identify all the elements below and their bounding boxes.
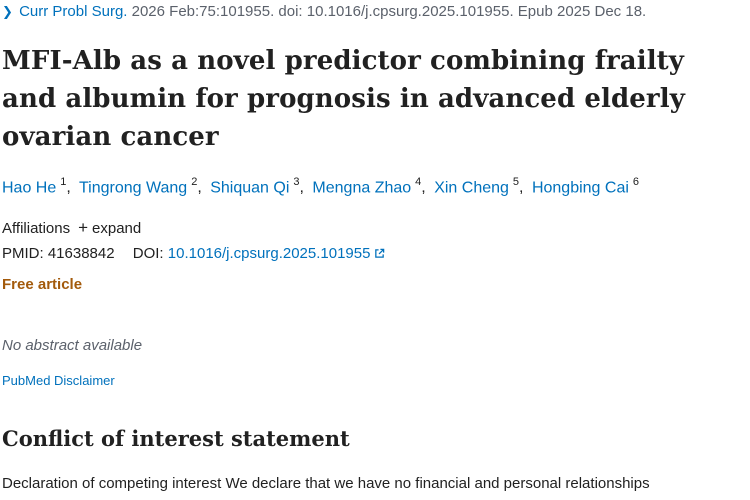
identifiers: PMID: 41638842 DOI: 10.1016/j.cpsurg.202…: [2, 245, 385, 262]
author-link[interactable]: Hongbing Cai: [532, 179, 629, 196]
doi-link[interactable]: 10.1016/j.cpsurg.2025.101955: [168, 245, 371, 262]
separator: ,: [421, 179, 426, 197]
article-title: MFI-Alb as a novel predictor combining f…: [2, 46, 685, 152]
affiliations-toggle[interactable]: Affiliations + expand: [2, 218, 141, 238]
author-link[interactable]: Xin Cheng: [434, 179, 509, 196]
external-link-icon[interactable]: [374, 248, 385, 259]
doi-label: DOI:: [132, 245, 164, 262]
author-list: Hao He 1, Tingrong Wang 2, Shiquan Qi 3, Me…: [2, 176, 639, 197]
separator: ,: [299, 179, 304, 197]
author-link[interactable]: Shiquan Qi: [210, 179, 289, 196]
pubmed-disclaimer-link[interactable]: PubMed Disclaimer: [2, 373, 115, 388]
chevron-right-icon[interactable]: ❯: [2, 4, 13, 19]
separator: ,: [66, 179, 71, 197]
pmid-value: 41638842: [47, 245, 115, 262]
pmid-label: PMID:: [2, 245, 44, 262]
coi-heading: Conflict of interest statement: [2, 426, 350, 451]
coi-text: Declaration of competing interest We dec…: [2, 475, 650, 492]
affiliation-number[interactable]: 6: [633, 176, 639, 188]
affiliation-number[interactable]: 5: [513, 176, 519, 188]
affiliation-number[interactable]: 2: [191, 176, 197, 188]
separator: ,: [197, 179, 202, 197]
expand-label: expand: [92, 220, 142, 237]
journal-link[interactable]: Curr Probl Surg.: [19, 3, 127, 20]
free-article-badge: Free article: [2, 276, 83, 293]
citation-line: ❯ Curr Probl Surg. 2026 Feb:75:101955. d…: [2, 3, 646, 20]
plus-icon: +: [78, 218, 89, 237]
affiliation-number[interactable]: 1: [60, 176, 66, 188]
affiliation-number[interactable]: 4: [415, 176, 421, 188]
affiliations-label: Affiliations: [2, 220, 71, 237]
no-abstract-text: No abstract available: [2, 337, 143, 354]
separator: ,: [519, 179, 524, 197]
author-link[interactable]: Mengna Zhao: [312, 179, 411, 196]
citation-details: 2026 Feb:75:101955. doi: 10.1016/j.cpsur…: [131, 3, 647, 20]
affiliation-number[interactable]: 3: [293, 176, 299, 188]
author-link[interactable]: Hao He: [2, 179, 56, 196]
author-link[interactable]: Tingrong Wang: [79, 179, 187, 196]
